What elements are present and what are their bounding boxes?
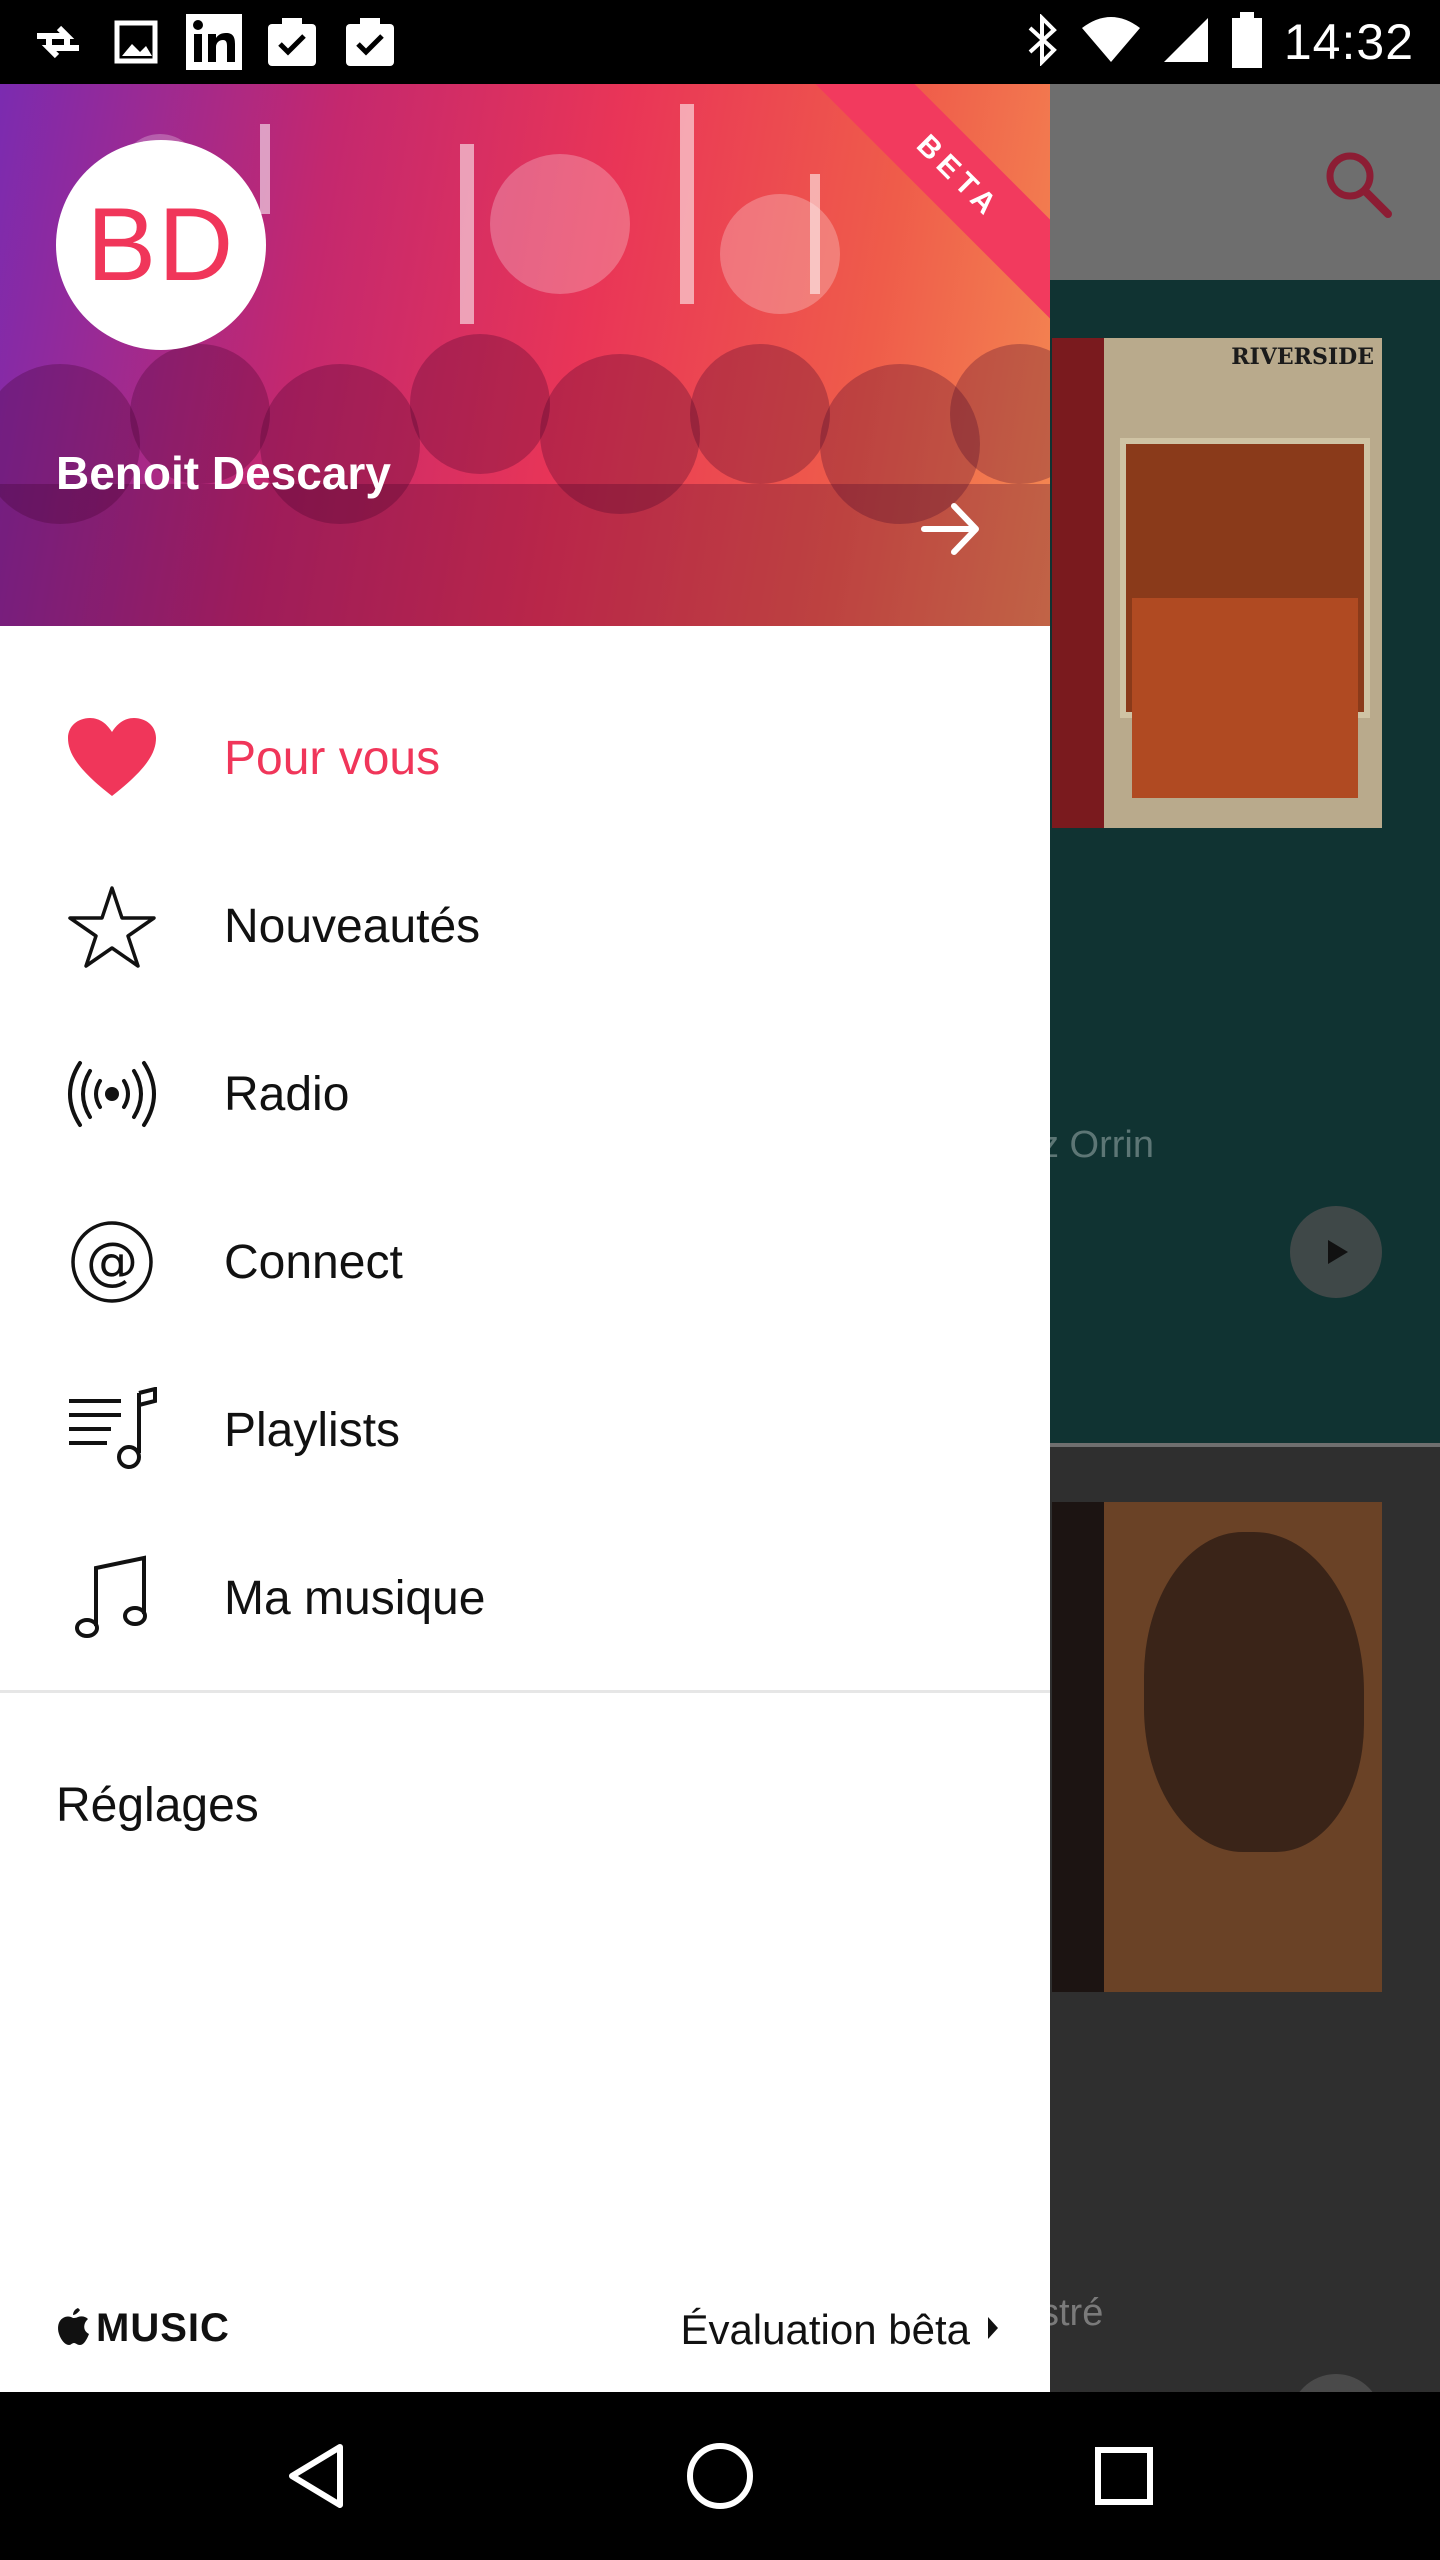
menu-item-label: Ma musique (224, 1571, 486, 1625)
drawer-header[interactable]: BETA BD Benoit Descary (0, 84, 1050, 626)
back-icon[interactable] (276, 2436, 356, 2516)
menu-item-label: Playlists (224, 1403, 401, 1457)
beta-evaluation-link[interactable]: Évaluation bêta (680, 2306, 1000, 2354)
recents-icon[interactable] (1084, 2436, 1164, 2516)
linkedin-icon (186, 14, 242, 70)
svg-text:@: @ (86, 1232, 138, 1292)
battery-icon (1230, 11, 1264, 73)
heart-icon (62, 708, 162, 808)
drawer-scrim[interactable] (1050, 84, 1440, 2392)
at-sign-icon: @ (62, 1212, 162, 1312)
radio-broadcast-icon (62, 1044, 162, 1144)
playlist-icon (62, 1380, 162, 1480)
home-icon[interactable] (680, 2436, 760, 2516)
drawer-menu: Pour vous Nouveautés Radio @ Connect Pla… (0, 674, 1050, 1682)
clipboard-check-icon (342, 14, 398, 70)
beta-evaluation-label: Évaluation bêta (680, 2306, 970, 2353)
brand-text: MUSIC (96, 2306, 230, 2350)
navigation-drawer: BETA BD Benoit Descary Pour vous Nouveau… (0, 84, 1050, 2392)
menu-item-pour-vous[interactable]: Pour vous (0, 674, 1050, 842)
menu-item-playlists[interactable]: Playlists (0, 1346, 1050, 1514)
clock: 14:32 (1283, 14, 1414, 70)
star-icon (62, 876, 162, 976)
menu-item-radio[interactable]: Radio (0, 1010, 1050, 1178)
caret-right-icon (986, 2315, 1000, 2346)
image-icon (108, 14, 164, 70)
settings-link[interactable]: Réglages (56, 1778, 259, 1833)
status-bar: 14:32 (0, 0, 1440, 84)
music-note-icon (62, 1548, 162, 1648)
apple-icon (56, 2306, 90, 2351)
clipboard-check-icon (264, 14, 320, 70)
arrow-right-icon[interactable] (916, 494, 986, 564)
signal-icon (1162, 16, 1210, 69)
drawer-footer: MUSIC Évaluation bêta (0, 2284, 1050, 2392)
menu-item-nouveautes[interactable]: Nouveautés (0, 842, 1050, 1010)
user-name: Benoit Descary (56, 447, 391, 499)
menu-item-label: Nouveautés (224, 899, 481, 953)
system-navigation-bar (0, 2392, 1440, 2560)
menu-item-connect[interactable]: @ Connect (0, 1178, 1050, 1346)
menu-item-label: Connect (224, 1235, 403, 1289)
bluetooth-icon (1026, 12, 1060, 71)
avatar[interactable]: BD (56, 140, 266, 350)
menu-item-label: Pour vous (224, 731, 441, 785)
divider (0, 1690, 1050, 1693)
menu-item-label: Radio (224, 1067, 350, 1121)
wifi-icon (1080, 16, 1142, 69)
sync-icon (30, 14, 86, 70)
avatar-initials: BD (86, 186, 236, 303)
apple-music-logo: MUSIC (56, 2306, 230, 2351)
menu-item-ma-musique[interactable]: Ma musique (0, 1514, 1050, 1682)
